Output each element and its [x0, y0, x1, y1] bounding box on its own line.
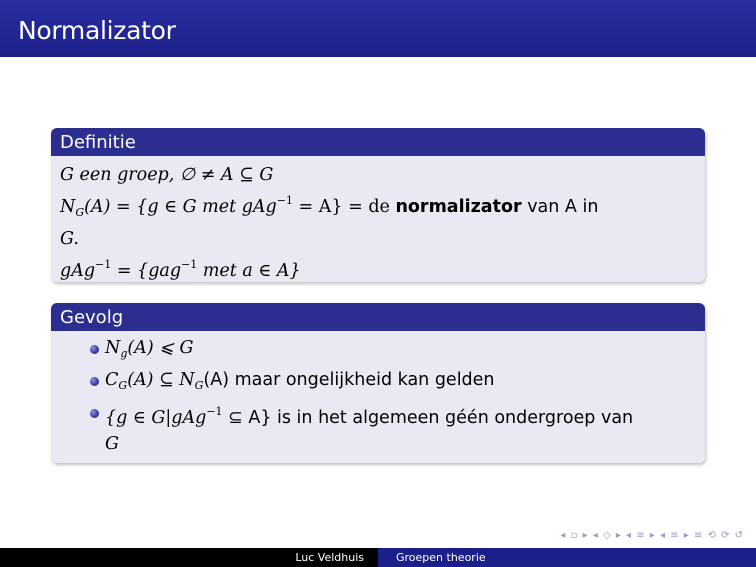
footer-author: Luc Veldhuis [295, 551, 364, 564]
footer-left: Luc Veldhuis [0, 548, 378, 567]
slide-title-bar: Normalizator [0, 0, 756, 57]
normalizator-term: normalizator [395, 197, 522, 217]
definition-block: Definitie G een groep, ∅ ≠ A ⊆ G NG(A) =… [51, 128, 705, 282]
definition-line-4: gAg−1 = {gag−1 met a ∈ A} [60, 258, 301, 281]
beamer-navigation-icons[interactable]: ◂ ▫ ▸ ◂ ◇ ▸ ◂ ≡ ▸ ◂ ≡ ▸ ≡ ⟲ ⟳ ↺ [560, 530, 744, 544]
bullet-icon [90, 377, 99, 386]
list-item: CG(A) ⊆ NG(A) maar ongelijkheid kan geld… [60, 367, 695, 399]
consequence-body: Ng(A) ⩽ G CG(A) ⊆ NG(A) maar ongelijkhei… [51, 331, 705, 463]
definition-line-2: NG(A) = {g ∈ G met gAg−1 = A} = de norma… [60, 194, 599, 219]
definition-line-1: G een groep, ∅ ≠ A ⊆ G [60, 165, 274, 185]
list-item: {g ∈ G|gAg−1 ⊆ A} is in het algemeen géé… [60, 399, 695, 457]
consequence-header: Gevolg [51, 303, 705, 331]
consequence-block: Gevolg Ng(A) ⩽ G CG(A) ⊆ NG(A) maar onge… [51, 303, 705, 463]
footer-right: Groepen theorie [378, 548, 756, 567]
slide-title: Normalizator [18, 16, 176, 45]
footer: Luc Veldhuis Groepen theorie [0, 548, 756, 567]
list-item: Ng(A) ⩽ G [60, 335, 695, 367]
definition-line-3: G. [60, 229, 79, 249]
definition-header: Definitie [51, 128, 705, 156]
definition-body: G een groep, ∅ ≠ A ⊆ G NG(A) = {g ∈ G me… [51, 156, 705, 282]
bullet-icon [90, 409, 99, 418]
bullet-icon [90, 345, 99, 354]
footer-course: Groepen theorie [396, 551, 486, 564]
